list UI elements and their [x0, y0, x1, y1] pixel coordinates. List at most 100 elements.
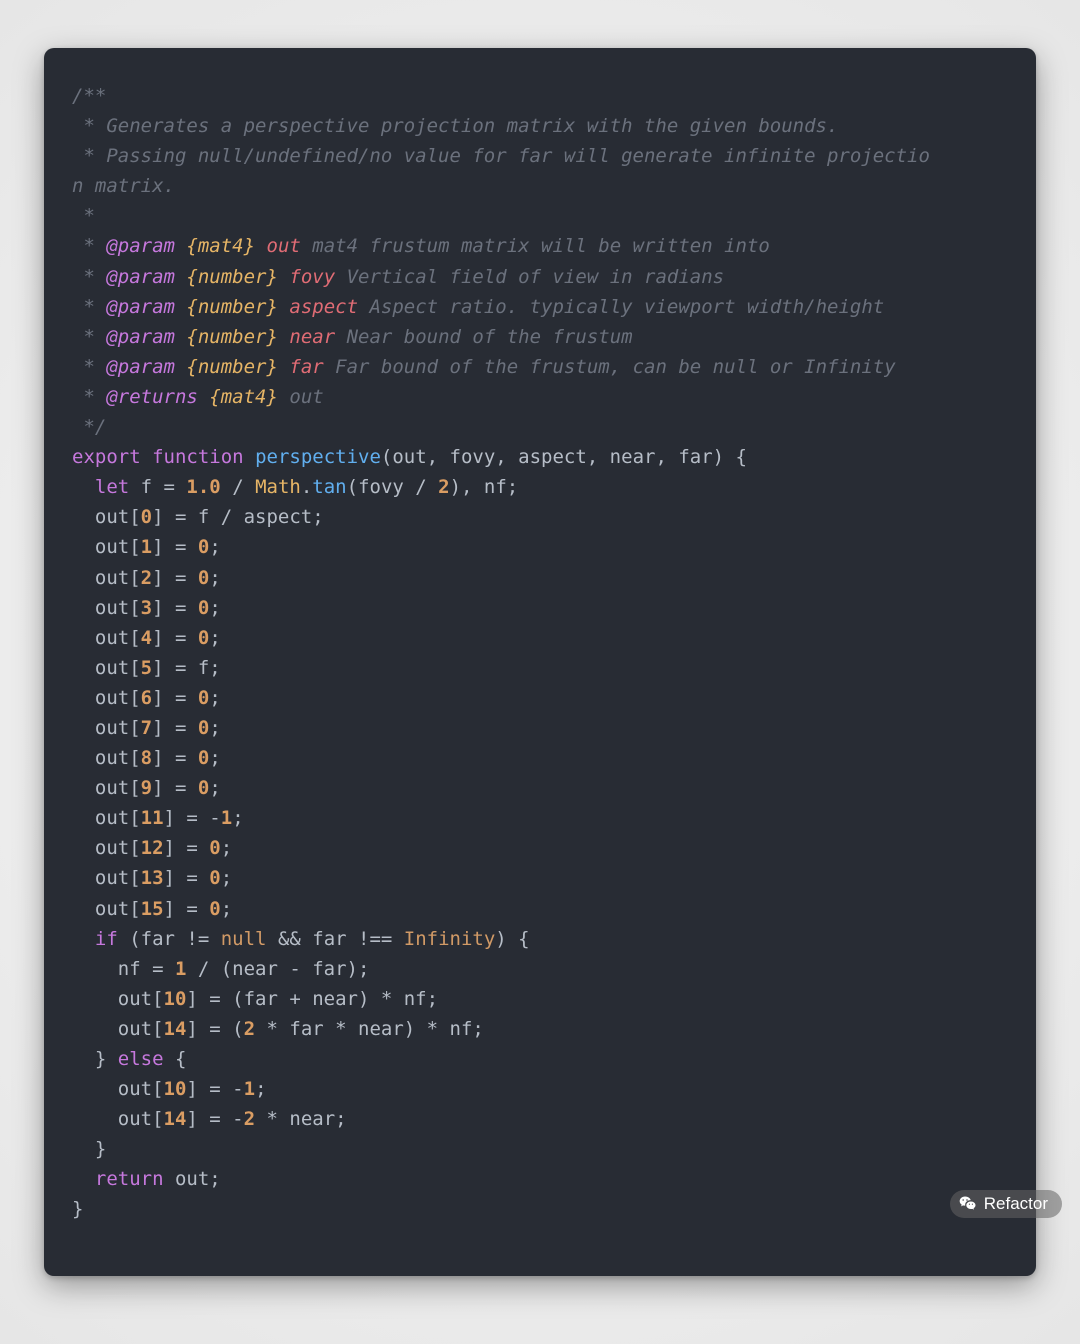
code-token: near [289, 326, 335, 348]
code-token: out[ [72, 597, 141, 619]
page-frame: /** * Generates a perspective projection… [0, 0, 1080, 1344]
code-token: ] = [152, 627, 198, 649]
code-line: return out; [72, 1168, 221, 1190]
code-token [175, 296, 186, 318]
code-token: (fovy / [347, 476, 439, 498]
code-line: out[10] = -1; [72, 1078, 267, 1100]
code-token: ] = - [186, 1078, 243, 1100]
code-token: * Passing null/undefined/no value for fa… [72, 145, 930, 167]
code-token [244, 446, 255, 468]
code-token: ] = (far + near) * nf; [186, 988, 438, 1010]
code-token: 7 [141, 717, 152, 739]
code-token [278, 296, 289, 318]
code-token: out[ [72, 717, 141, 739]
code-line: * Passing null/undefined/no value for fa… [72, 145, 930, 167]
code-token: ] = [152, 567, 198, 589]
code-token: && far !== [267, 928, 404, 950]
code-line: } else { [72, 1048, 186, 1070]
code-token: 5 [141, 657, 152, 679]
code-token: * [72, 266, 106, 288]
code-line: out[15] = 0; [72, 898, 232, 920]
code-line: nf = 1 / (near - far); [72, 958, 369, 980]
code-line: out[14] = -2 * near; [72, 1108, 347, 1130]
code-token: } [72, 1198, 83, 1220]
code-token: ] = [152, 687, 198, 709]
code-token: ; [255, 1078, 266, 1100]
code-token: out[ [72, 988, 164, 1010]
code-line: } [72, 1198, 83, 1220]
code-line: out[6] = 0; [72, 687, 221, 709]
code-token: ] = f; [152, 657, 221, 679]
code-token: (out, fovy, aspect, near, far) { [381, 446, 747, 468]
code-token: Far bound of the frustum, can be null or… [324, 356, 896, 378]
code-token: out [278, 386, 324, 408]
code-token: export [72, 446, 141, 468]
code-token: out[ [72, 898, 141, 920]
code-line: out[4] = 0; [72, 627, 221, 649]
code-line: if (far != null && far !== Infinity) { [72, 928, 530, 950]
code-token: let [95, 476, 129, 498]
code-line: out[1] = 0; [72, 536, 221, 558]
code-token: out[ [72, 567, 141, 589]
code-token: 6 [141, 687, 152, 709]
code-line: * @param {number} aspect Aspect ratio. t… [72, 296, 884, 318]
code-token: @param [106, 326, 175, 348]
code-token: Math [255, 476, 301, 498]
code-line: out[2] = 0; [72, 567, 221, 589]
code-token: out[ [72, 867, 141, 889]
code-token: ) { [495, 928, 529, 950]
code-line: out[5] = f; [72, 657, 221, 679]
code-token: 14 [164, 1108, 187, 1130]
code-token: {number} [186, 356, 278, 378]
code-token [278, 266, 289, 288]
code-token: Infinity [404, 928, 496, 950]
code-token: 0 [209, 867, 220, 889]
code-token [278, 356, 289, 378]
code-token: 12 [141, 837, 164, 859]
code-token: n matrix. [72, 175, 175, 197]
code-token [175, 356, 186, 378]
code-token: @param [106, 235, 175, 257]
code-token: ] = [152, 536, 198, 558]
code-token: out[ [72, 657, 141, 679]
code-token: out[ [72, 536, 141, 558]
code-token: * [72, 356, 106, 378]
code-token: 11 [141, 807, 164, 829]
code-token [72, 1168, 95, 1190]
code-token: 1 [244, 1078, 255, 1100]
code-token: ; [221, 867, 232, 889]
code-line: out[7] = 0; [72, 717, 221, 739]
code-token: Aspect ratio. typically viewport width/h… [358, 296, 884, 318]
code-line: } [72, 1138, 106, 1160]
code-token: * [72, 235, 106, 257]
code-token: / [221, 476, 255, 498]
code-token: else [118, 1048, 164, 1070]
code-token: {number} [186, 296, 278, 318]
code-token: return [95, 1168, 164, 1190]
code-token: 8 [141, 747, 152, 769]
code-token: ; [221, 837, 232, 859]
code-line: export function perspective(out, fovy, a… [72, 446, 747, 468]
code-token: out[ [72, 1108, 164, 1130]
code-token: 0 [141, 506, 152, 528]
code-token: 2 [438, 476, 449, 498]
code-token [175, 235, 186, 257]
code-token: 0 [198, 597, 209, 619]
code-token: @param [106, 266, 175, 288]
code-token: ] = - [186, 1108, 243, 1130]
code-token [72, 928, 95, 950]
code-token: @param [106, 356, 175, 378]
code-token: 13 [141, 867, 164, 889]
code-line: * @param {mat4} out mat4 frustum matrix … [72, 235, 770, 257]
code-token: 0 [198, 627, 209, 649]
code-token: 0 [209, 898, 220, 920]
code-token: out[ [72, 837, 141, 859]
code-token: 9 [141, 777, 152, 799]
code-line: out[13] = 0; [72, 867, 232, 889]
code-line: out[12] = 0; [72, 837, 232, 859]
code-line: * @param {number} far Far bound of the f… [72, 356, 896, 378]
code-token: 10 [164, 988, 187, 1010]
code-token: {number} [186, 326, 278, 348]
code-token: nf = [72, 958, 175, 980]
code-token: ] = f / aspect; [152, 506, 324, 528]
